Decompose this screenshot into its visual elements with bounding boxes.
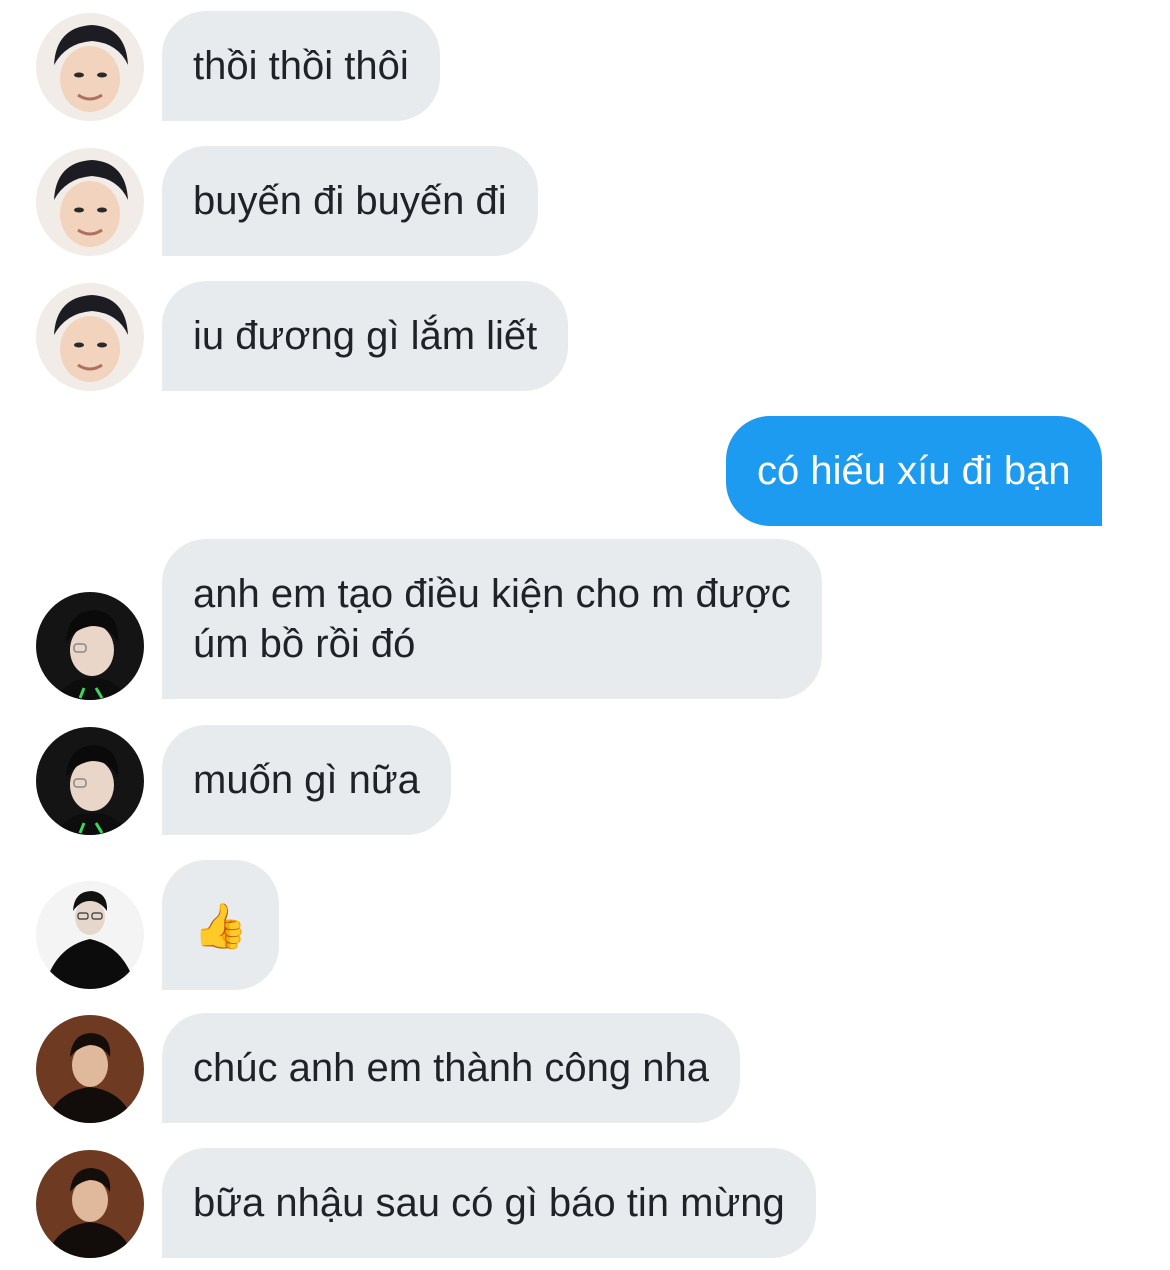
sender-avatar[interactable] xyxy=(36,13,144,121)
avatar-photo-icon xyxy=(36,727,144,835)
sender-avatar[interactable] xyxy=(36,1015,144,1123)
sender-avatar[interactable] xyxy=(36,727,144,835)
avatar-photo-icon xyxy=(36,283,144,391)
message-bubble[interactable]: thồi thồi thôi xyxy=(162,11,440,121)
message-bubble[interactable]: anh em tạo điều kiện cho m được úm bồ rồ… xyxy=(162,539,822,699)
message-bubble[interactable]: buyến đi buyến đi xyxy=(162,146,538,256)
avatar-photo-icon xyxy=(36,881,144,989)
message-bubble[interactable]: bữa nhậu sau có gì báo tin mừng xyxy=(162,1148,816,1258)
message-bubble[interactable]: chúc anh em thành công nha xyxy=(162,1013,740,1123)
sender-avatar[interactable] xyxy=(36,1150,144,1258)
message-bubble[interactable]: 👍 xyxy=(162,860,279,990)
avatar-photo-icon xyxy=(36,592,144,700)
avatar-photo-icon xyxy=(36,148,144,256)
sender-avatar[interactable] xyxy=(36,592,144,700)
avatar-photo-icon xyxy=(36,13,144,121)
avatar-photo-icon xyxy=(36,1150,144,1258)
sender-avatar[interactable] xyxy=(36,283,144,391)
message-bubble[interactable]: muốn gì nữa xyxy=(162,725,451,835)
message-bubble-sent[interactable]: có hiếu xíu đi bạn xyxy=(726,416,1102,526)
sender-avatar[interactable] xyxy=(36,881,144,989)
sender-avatar[interactable] xyxy=(36,148,144,256)
message-bubble[interactable]: iu đương gì lắm liết xyxy=(162,281,569,391)
avatar-photo-icon xyxy=(36,1015,144,1123)
